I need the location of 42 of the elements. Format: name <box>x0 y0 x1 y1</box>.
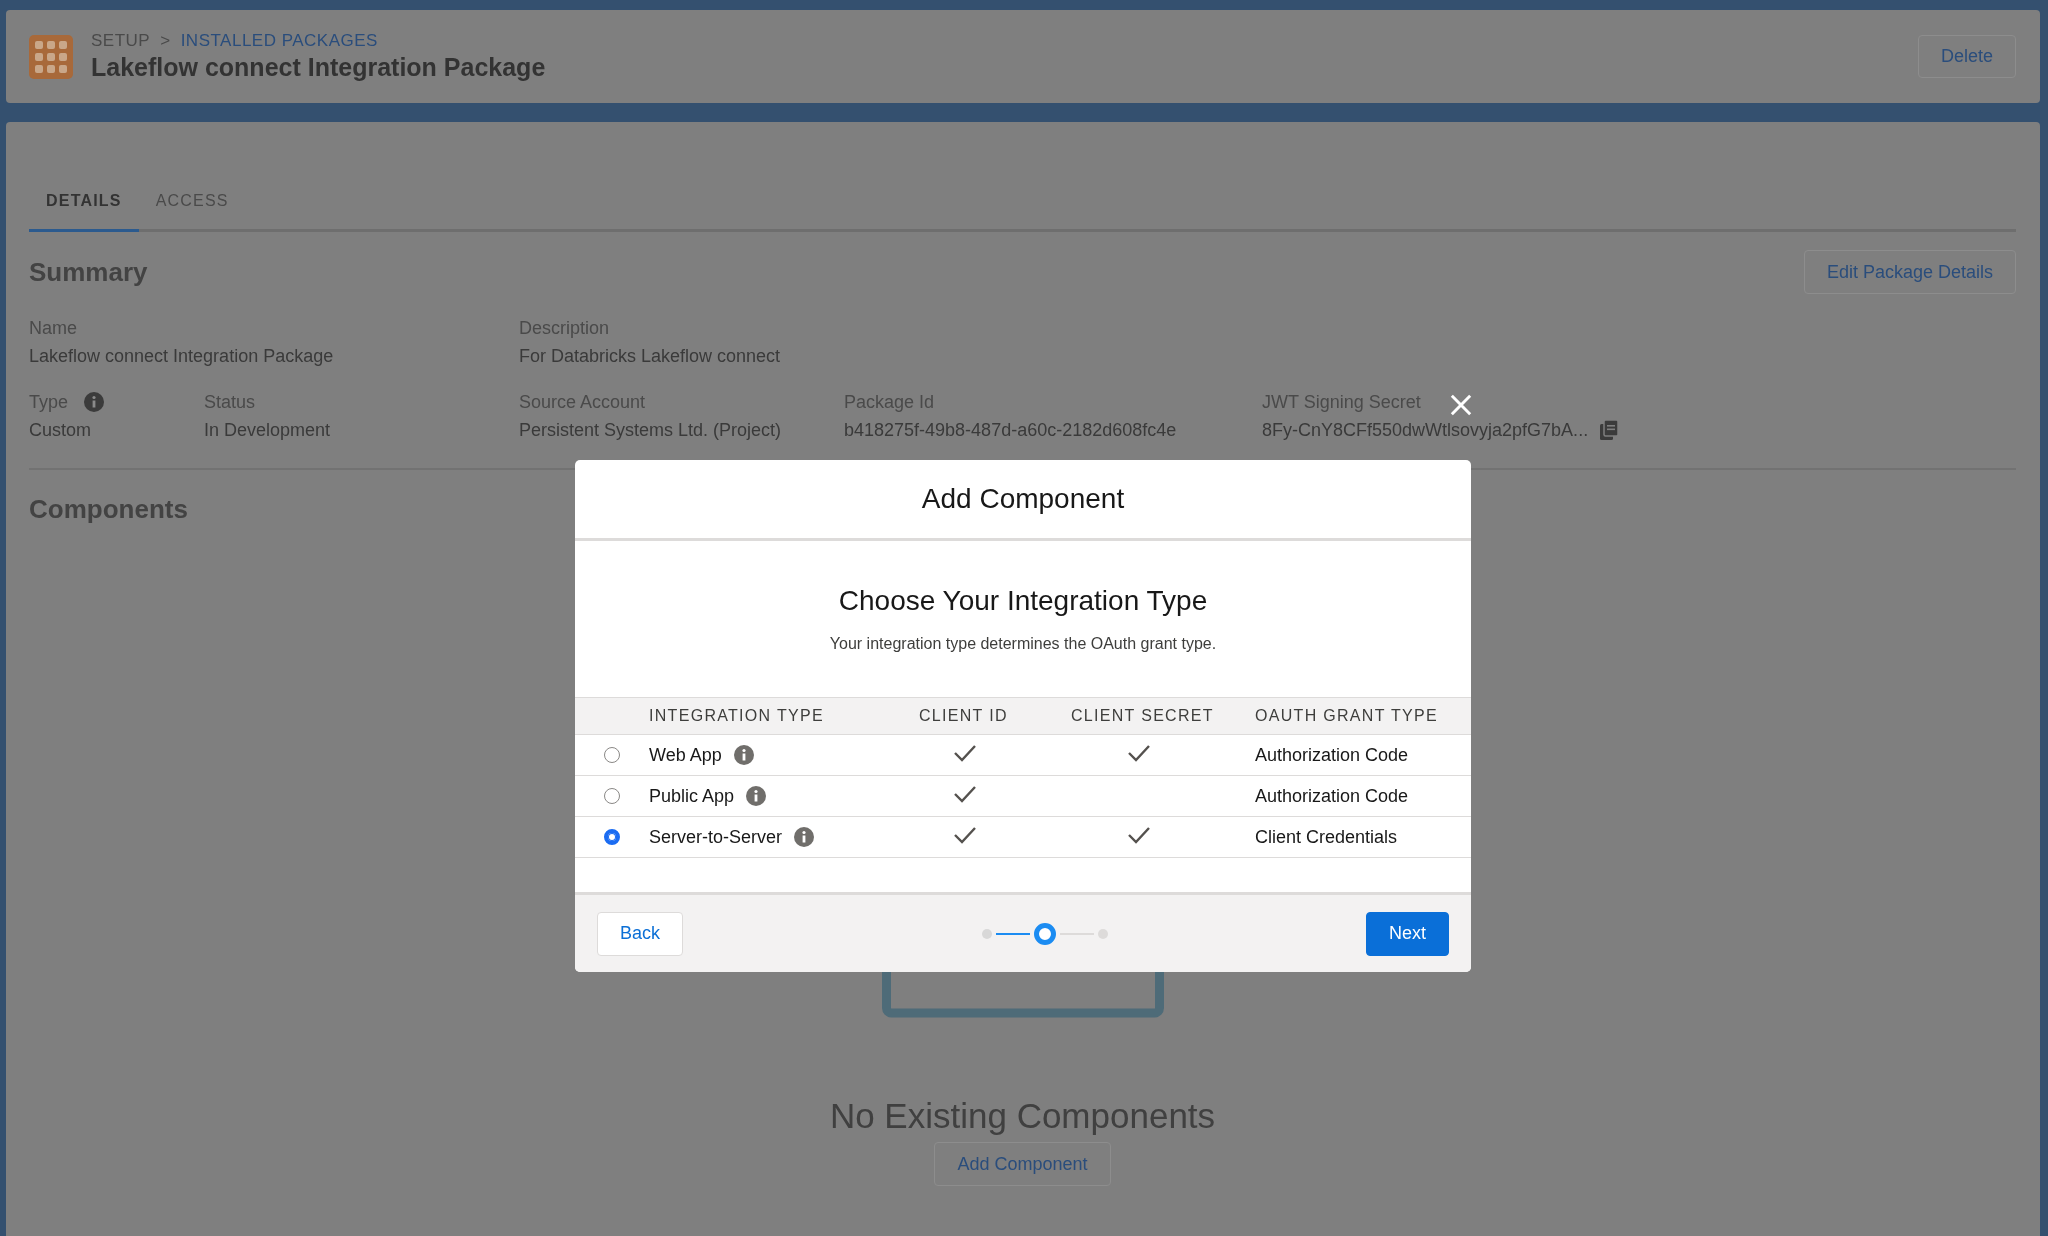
modal-title: Add Component <box>921 483 1125 515</box>
delete-button[interactable]: Delete <box>1917 35 2016 78</box>
radio-button[interactable] <box>604 788 620 804</box>
edit-package-button[interactable]: Edit Package Details <box>1803 250 2016 294</box>
section-heading: Summary <box>29 256 148 288</box>
breadcrumb-separator: > <box>160 31 171 51</box>
copy-icon[interactable] <box>1600 420 1619 440</box>
table-cell: Authorization Code <box>1255 744 1409 765</box>
page-title: Lakeflow connect Integration Package <box>91 53 547 82</box>
column-header: INTEGRATION TYPE <box>649 707 825 725</box>
field-value: Custom <box>29 419 91 441</box>
breadcrumb-link[interactable]: INSTALLED PACKAGES <box>180 31 378 51</box>
table-cell: Public App <box>649 785 735 807</box>
radio-button[interactable] <box>604 747 620 763</box>
field-value: Lakeflow connect Integration Package <box>29 345 334 367</box>
info-icon[interactable] <box>794 827 815 847</box>
add-component-button[interactable]: Add Component <box>934 1142 1111 1186</box>
table-cell: Server-to-Server <box>649 826 783 848</box>
empty-state-title: No Existing Components <box>829 1096 1216 1136</box>
field-value: 8Fy-CnY8CFf550dwWtlsovyja2pfG7bA... <box>1262 419 1589 441</box>
column-header: CLIENT ID <box>919 707 1009 725</box>
field-value: Persistent Systems Ltd. (Project) <box>519 419 782 441</box>
field-value: For Databricks Lakeflow connect <box>519 345 781 367</box>
grid-icon <box>29 34 73 79</box>
back-button[interactable]: Back <box>597 911 684 956</box>
column-header: OAUTH GRANT TYPE <box>1255 707 1439 725</box>
info-icon[interactable] <box>746 786 767 806</box>
modal-subtitle: Your integration type determines the OAuth grant type. <box>828 635 1218 653</box>
tab[interactable]: DETAILS <box>29 176 139 232</box>
radio-button[interactable] <box>604 829 620 845</box>
column-header: CLIENT SECRET <box>1071 707 1215 725</box>
modal-heading: Choose Your Integration Type <box>837 585 1209 617</box>
table-cell: Client Credentials <box>1255 826 1398 847</box>
field-value: In Development <box>204 419 331 441</box>
section-heading: Components <box>29 494 188 525</box>
next-button[interactable]: Next <box>1365 911 1449 956</box>
info-icon[interactable] <box>733 745 754 765</box>
close-icon[interactable] <box>1450 394 1472 416</box>
info-icon[interactable] <box>84 392 105 412</box>
table-cell: Authorization Code <box>1255 785 1409 806</box>
table-cell: Web App <box>649 744 722 766</box>
field-value: b418275f-49b8-487d-a60c-2182d608fc4e <box>844 419 1177 441</box>
